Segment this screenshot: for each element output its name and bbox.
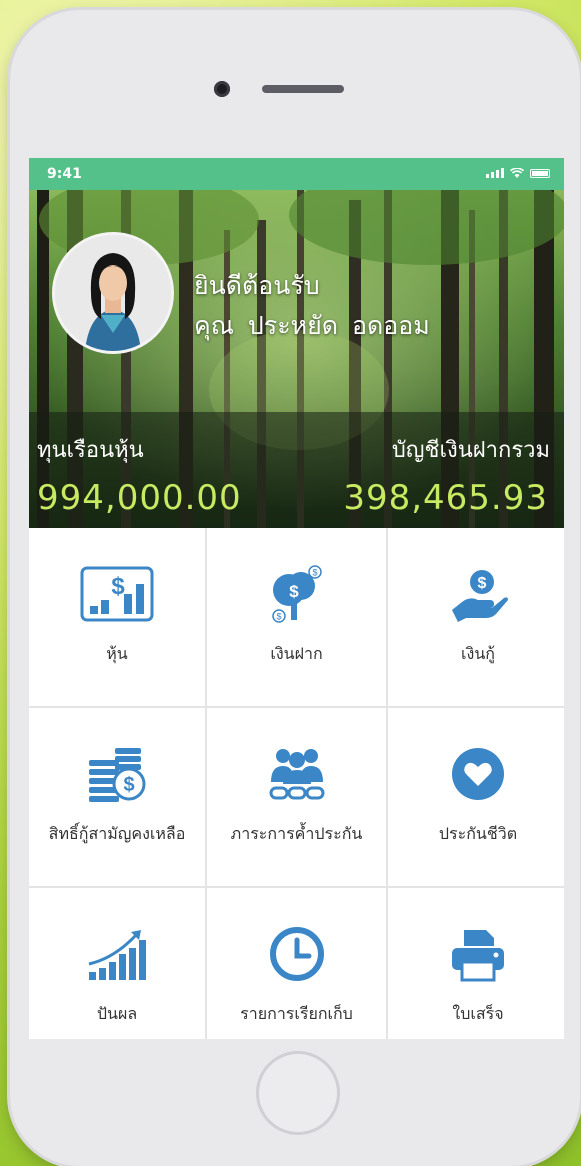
battery-icon (530, 169, 550, 178)
menu-label: เงินกู้ (461, 644, 495, 663)
first-name: ประหยัด (247, 311, 339, 340)
status-bar: 9:41 (29, 158, 564, 190)
hand-coin-icon: $ (441, 564, 515, 624)
menu-item-life-insurance[interactable]: ประกันชีวิต (388, 708, 564, 886)
menu-label: หุ้น (106, 644, 128, 663)
profile-banner: ยินดีต้อนรับ คุณ ประหยัด อดออม ทุนเรือนห… (29, 190, 564, 528)
menu-label: ประกันชีวิต (438, 824, 518, 843)
speaker-grille (262, 85, 344, 93)
menu-item-guarantee[interactable]: ภาระการค้ำประกัน (207, 708, 386, 886)
menu-label: ภาระการค้ำประกัน (230, 824, 363, 843)
camera-icon (214, 81, 230, 97)
printer-icon (441, 924, 515, 984)
shares-label: ทุนเรือนหุ้น (37, 438, 144, 463)
coin-stack-icon: $ (80, 744, 154, 804)
menu-item-loan-rights[interactable]: $ สิทธิ์กู้สามัญคงเหลือ (29, 708, 205, 886)
deposits-label: บัญชีเงินฝากรวม (391, 438, 550, 463)
welcome-block: ยินดีต้อนรับ คุณ ประหยัด อดออม (194, 266, 430, 346)
menu-label: สิทธิ์กู้สามัญคงเหลือ (48, 824, 186, 843)
member-name: คุณ ประหยัด อดออม (194, 306, 430, 346)
avatar[interactable] (52, 232, 174, 354)
app-screen: 9:41 ยินดีต้อนรับ คุณ ประหยัด อดออม ทุนเ… (29, 158, 564, 1039)
guarantors-icon (260, 744, 334, 804)
heart-icon (441, 744, 515, 804)
menu-grid: $ หุ้น $ $ $ เงินฝาก $ เงินกู้ $ สิทธิ์ก… (29, 528, 564, 1039)
svg-text:$: $ (312, 568, 317, 578)
name-prefix: คุณ (194, 311, 234, 340)
menu-label: ปันผล (96, 1004, 138, 1023)
wifi-icon (510, 168, 524, 178)
money-tree-icon: $ $ $ (260, 564, 334, 624)
clock-icon (260, 924, 334, 984)
svg-text:$: $ (478, 575, 487, 592)
menu-label: เงินฝาก (270, 644, 323, 663)
status-icons (486, 168, 550, 178)
menu-item-shares[interactable]: $ หุ้น (29, 528, 205, 706)
deposits-value: 398,465.93 (343, 478, 548, 518)
profile-photo (55, 235, 171, 351)
last-name: อดออม (352, 311, 430, 340)
phone-frame: 9:41 ยินดีต้อนรับ คุณ ประหยัด อดออม ทุนเ… (10, 10, 580, 1166)
svg-text:$: $ (276, 612, 281, 622)
welcome-text: ยินดีต้อนรับ (194, 271, 320, 300)
menu-label: ใบเสร็จ (452, 1004, 504, 1023)
svg-text:$: $ (111, 573, 125, 600)
menu-label: รายการเรียกเก็บ (240, 1004, 353, 1023)
shares-value: 994,000.00 (37, 478, 242, 518)
menu-item-deposits[interactable]: $ $ $ เงินฝาก (207, 528, 386, 706)
dividend-growth-icon (80, 924, 154, 984)
svg-text:$: $ (289, 582, 299, 601)
svg-text:$: $ (123, 774, 134, 796)
home-button[interactable] (256, 1051, 340, 1135)
status-time: 9:41 (47, 166, 82, 182)
menu-item-receipts[interactable]: ใบเสร็จ (388, 888, 564, 1039)
menu-item-billing[interactable]: รายการเรียกเก็บ (207, 888, 386, 1039)
menu-item-dividends[interactable]: ปันผล (29, 888, 205, 1039)
signal-icon (486, 168, 504, 178)
menu-item-loans[interactable]: $ เงินกู้ (388, 528, 564, 706)
balance-summary: ทุนเรือนหุ้น 994,000.00 บัญชีเงินฝากรวม … (29, 412, 564, 528)
shares-chart-icon: $ (80, 564, 154, 624)
